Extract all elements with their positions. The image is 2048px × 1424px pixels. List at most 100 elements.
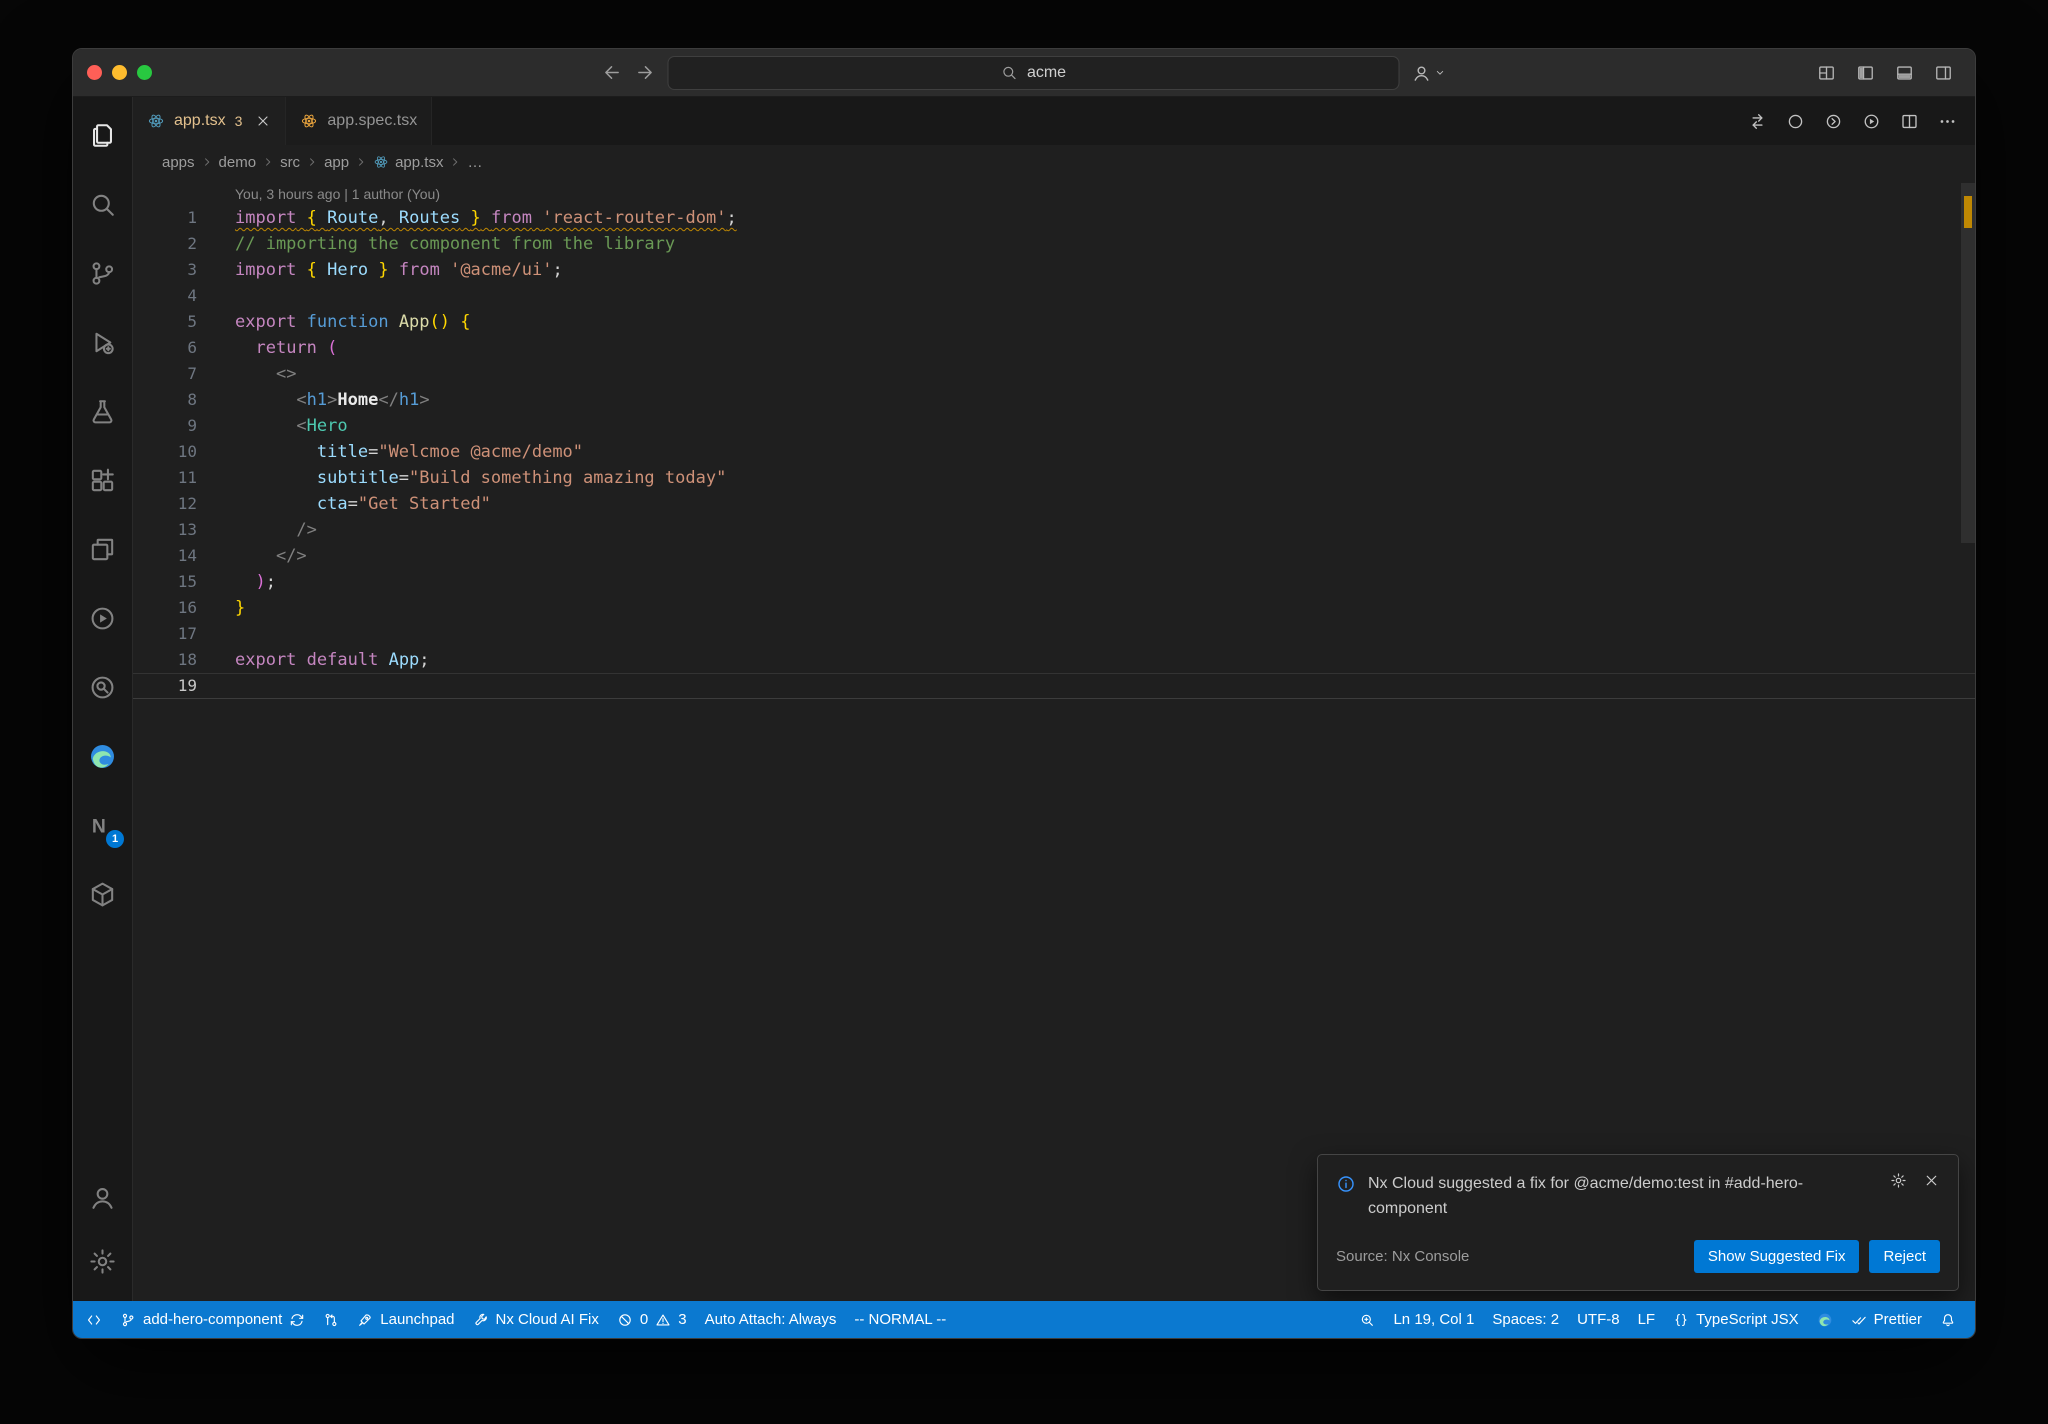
- status-launchpad[interactable]: Launchpad: [348, 1301, 463, 1338]
- line-number[interactable]: 7: [133, 361, 197, 387]
- activity-remote-explorer[interactable]: [73, 515, 132, 584]
- code-text[interactable]: cta="Get Started": [197, 491, 491, 517]
- activity-nx-console[interactable]: N1: [73, 791, 132, 860]
- codelens-blame[interactable]: You, 3 hours ago | 1 author (You): [133, 183, 1975, 205]
- code-text[interactable]: subtitle="Build something amazing today": [197, 465, 726, 491]
- status-edge-devtools[interactable]: [1808, 1301, 1842, 1338]
- run-forward-button[interactable]: [1824, 112, 1843, 131]
- line-number[interactable]: 8: [133, 387, 197, 413]
- line-number[interactable]: 6: [133, 335, 197, 361]
- activity-edge-tools[interactable]: [73, 722, 132, 791]
- status-cursor-position[interactable]: Ln 19, Col 1: [1384, 1301, 1483, 1338]
- status-language-mode[interactable]: TypeScript JSX: [1664, 1301, 1808, 1338]
- forward-button[interactable]: [635, 62, 656, 83]
- line-number[interactable]: 16: [133, 595, 197, 621]
- status-auto-attach[interactable]: Auto Attach: Always: [696, 1301, 846, 1338]
- notification-settings-icon[interactable]: [1890, 1172, 1907, 1189]
- activity-search[interactable]: [73, 170, 132, 239]
- code-text[interactable]: [197, 621, 235, 647]
- breadcrumb-item-1[interactable]: demo: [219, 154, 257, 171]
- tab-app-spec-tsx[interactable]: app.spec.tsx: [286, 97, 433, 145]
- status-nx-cloud-ai-fix[interactable]: Nx Cloud AI Fix: [464, 1301, 608, 1338]
- status-notifications-bell[interactable]: [1931, 1301, 1965, 1338]
- command-center-search[interactable]: acme: [667, 55, 1400, 90]
- line-number[interactable]: 10: [133, 439, 197, 465]
- code-text[interactable]: [197, 673, 235, 699]
- more-actions-button[interactable]: [1938, 112, 1957, 131]
- status-problems[interactable]: 03: [608, 1301, 696, 1338]
- code-text[interactable]: import { Hero } from '@acme/ui';: [197, 257, 563, 283]
- activity-extensions[interactable]: [73, 446, 132, 515]
- code-text[interactable]: title="Welcmoe @acme/demo": [197, 439, 583, 465]
- code-text[interactable]: }: [197, 595, 245, 621]
- code-text[interactable]: import { Route, Routes } from 'react-rou…: [197, 205, 737, 231]
- breadcrumb-item-5[interactable]: …: [467, 154, 482, 171]
- status-prettier[interactable]: Prettier: [1842, 1301, 1931, 1338]
- line-number[interactable]: 18: [133, 647, 197, 673]
- line-number[interactable]: 2: [133, 231, 197, 257]
- activity-source-control[interactable]: [73, 239, 132, 308]
- run-file-button[interactable]: [1862, 112, 1881, 131]
- line-number[interactable]: 4: [133, 283, 197, 309]
- code-text[interactable]: </>: [197, 543, 307, 569]
- status-eol[interactable]: LF: [1629, 1301, 1665, 1338]
- activity-accounts[interactable]: [73, 1165, 132, 1229]
- status-vim-mode[interactable]: -- NORMAL --: [845, 1301, 955, 1338]
- code-text[interactable]: return (: [197, 335, 337, 361]
- breadcrumb-item-0[interactable]: apps: [162, 154, 195, 171]
- line-number[interactable]: 9: [133, 413, 197, 439]
- close-icon[interactable]: [255, 113, 271, 129]
- status-remote[interactable]: [77, 1301, 111, 1338]
- close-button[interactable]: [87, 65, 102, 80]
- line-number[interactable]: 11: [133, 465, 197, 491]
- back-button[interactable]: [602, 62, 623, 83]
- status-indentation[interactable]: Spaces: 2: [1483, 1301, 1568, 1338]
- activity-run-tasks[interactable]: [73, 584, 132, 653]
- breadcrumb-item-4[interactable]: app.tsx: [373, 154, 443, 171]
- activity-package-explorer[interactable]: [73, 860, 132, 929]
- code-editor[interactable]: You, 3 hours ago | 1 author (You) 1 impor…: [133, 179, 1975, 1301]
- breadcrumb-item-2[interactable]: src: [280, 154, 300, 171]
- line-number[interactable]: 17: [133, 621, 197, 647]
- tab-app-tsx[interactable]: app.tsx 3: [133, 97, 287, 145]
- line-number[interactable]: 14: [133, 543, 197, 569]
- code-text[interactable]: export default App;: [197, 647, 430, 673]
- customize-layout-button[interactable]: [1817, 63, 1836, 82]
- breadcrumb-item-3[interactable]: app: [324, 154, 349, 171]
- maximize-button[interactable]: [137, 65, 152, 80]
- code-text[interactable]: export function App() {: [197, 309, 471, 335]
- show-suggested-fix-button[interactable]: Show Suggested Fix: [1693, 1240, 1860, 1273]
- toggle-primary-sidebar-button[interactable]: [1856, 63, 1875, 82]
- status-git-branch[interactable]: add-hero-component: [111, 1301, 314, 1338]
- code-text[interactable]: <Hero: [197, 413, 347, 439]
- toggle-panel-button[interactable]: [1895, 63, 1914, 82]
- status-gitlens[interactable]: [314, 1301, 348, 1338]
- notification-close-icon[interactable]: [1923, 1172, 1940, 1189]
- activity-code-inspect[interactable]: [73, 653, 132, 722]
- reject-button[interactable]: Reject: [1869, 1240, 1940, 1273]
- line-number[interactable]: 15: [133, 569, 197, 595]
- open-changes-button[interactable]: [1748, 112, 1767, 131]
- code-text[interactable]: <>: [197, 361, 296, 387]
- line-number[interactable]: 1: [133, 205, 197, 231]
- activity-run-debug[interactable]: [73, 308, 132, 377]
- scrollbar-thumb[interactable]: [1961, 183, 1975, 543]
- line-number[interactable]: 13: [133, 517, 197, 543]
- status-zoom-indicator[interactable]: [1350, 1301, 1384, 1338]
- minimize-button[interactable]: [112, 65, 127, 80]
- activity-settings[interactable]: [73, 1229, 132, 1293]
- line-number[interactable]: 12: [133, 491, 197, 517]
- code-text[interactable]: // importing the component from the libr…: [197, 231, 675, 257]
- toggle-secondary-sidebar-button[interactable]: [1934, 63, 1953, 82]
- split-editor-button[interactable]: [1900, 112, 1919, 131]
- go-to-symbol-button[interactable]: [1786, 112, 1805, 131]
- profile-menu[interactable]: [1412, 63, 1447, 83]
- line-number[interactable]: 5: [133, 309, 197, 335]
- code-text[interactable]: <h1>Home</h1>: [197, 387, 429, 413]
- code-text[interactable]: );: [197, 569, 276, 595]
- line-number[interactable]: 3: [133, 257, 197, 283]
- code-text[interactable]: />: [197, 517, 316, 543]
- status-encoding[interactable]: UTF-8: [1568, 1301, 1629, 1338]
- activity-explorer[interactable]: [73, 101, 132, 170]
- line-number[interactable]: 19: [133, 673, 197, 699]
